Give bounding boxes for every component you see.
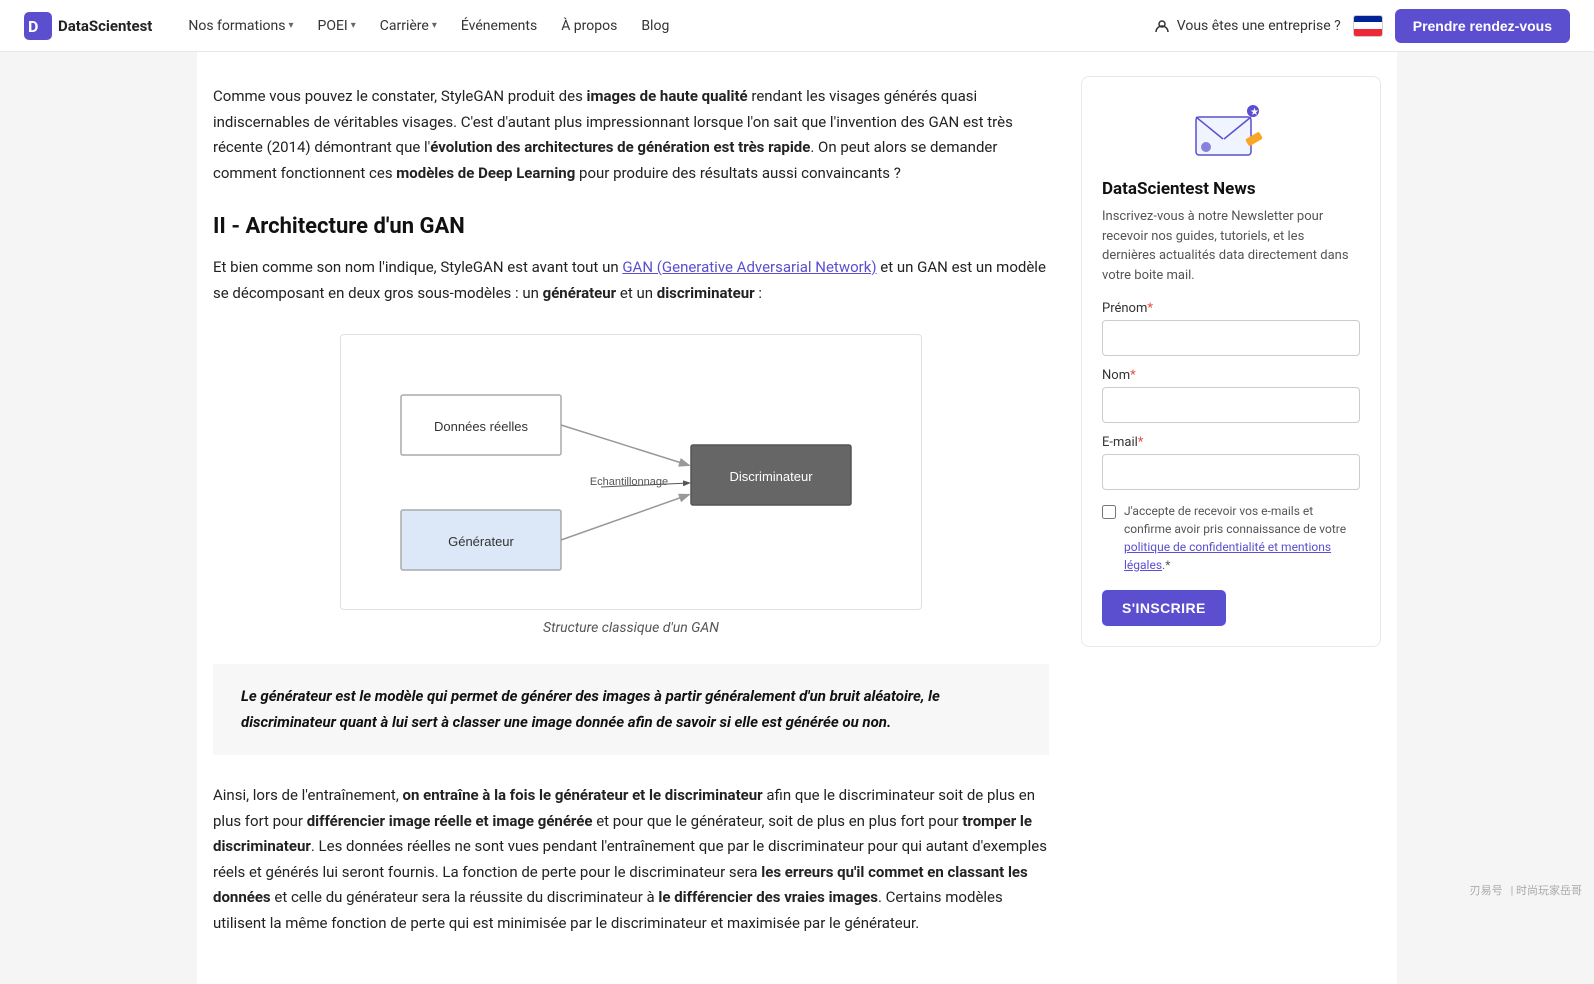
nav-item-formations[interactable]: Nos formations ▾ bbox=[178, 12, 303, 40]
nav-item-blog[interactable]: Blog bbox=[631, 12, 679, 40]
prenom-label: Prénom* bbox=[1102, 301, 1360, 316]
checkbox-label: J'accepte de recevoir vos e-mails et con… bbox=[1124, 502, 1360, 574]
newsletter-desc: Inscrivez-vous à notre Newsletter pour r… bbox=[1102, 207, 1360, 285]
nav-item-carriere[interactable]: Carrière ▾ bbox=[370, 12, 447, 40]
section-intro: Et bien comme son nom l'indique, StyleGA… bbox=[213, 255, 1049, 306]
enterprise-link[interactable]: Vous êtes une entreprise ? bbox=[1153, 17, 1341, 35]
chevron-down-icon: ▾ bbox=[432, 20, 437, 31]
nom-input[interactable] bbox=[1102, 387, 1360, 423]
submit-button[interactable]: S'INSCRIRE bbox=[1102, 590, 1226, 626]
gan-link[interactable]: GAN (Generative Adversarial Network) bbox=[622, 258, 876, 276]
page-wrapper: Comme vous pouvez le constater, StyleGAN… bbox=[197, 52, 1397, 984]
main-content: Comme vous pouvez le constater, StyleGAN… bbox=[213, 76, 1049, 960]
email-label: E-mail* bbox=[1102, 435, 1360, 450]
language-flag[interactable] bbox=[1353, 15, 1383, 37]
nom-field: Nom* bbox=[1102, 368, 1360, 423]
logo-text: DataScientest bbox=[58, 17, 152, 35]
newsletter-icon: ★ bbox=[1191, 97, 1271, 167]
email-input[interactable] bbox=[1102, 454, 1360, 490]
checkbox-row: J'accepte de recevoir vos e-mails et con… bbox=[1102, 502, 1360, 574]
logo-link[interactable]: D DataScientest bbox=[24, 12, 152, 40]
watermark: 刃易号 | 时尚玩家岳哥 bbox=[1470, 882, 1582, 898]
svg-text:D: D bbox=[28, 17, 38, 36]
prenom-field: Prénom* bbox=[1102, 301, 1360, 356]
nav-right: Vous êtes une entreprise ? Prendre rende… bbox=[1153, 9, 1570, 43]
privacy-link[interactable]: politique de confidentialité et mentions… bbox=[1124, 540, 1331, 572]
diagram-caption: Structure classique d'un GAN bbox=[543, 620, 719, 636]
section-title: II - Architecture d'un GAN bbox=[213, 214, 1049, 239]
nav-item-poei[interactable]: POEI ▾ bbox=[308, 12, 366, 40]
svg-text:Données réelles: Données réelles bbox=[434, 419, 528, 434]
newsletter-box: ★ DataScientest News Inscrivez-vous à no… bbox=[1081, 76, 1381, 647]
callout-quote: Le générateur est le modèle qui permet d… bbox=[213, 664, 1049, 755]
enterprise-icon bbox=[1153, 17, 1171, 35]
svg-text:★: ★ bbox=[1250, 107, 1259, 118]
nav-item-apropos[interactable]: À propos bbox=[551, 12, 627, 40]
nav-links: Nos formations ▾ POEI ▾ Carrière ▾ Événe… bbox=[178, 12, 1144, 40]
diagram-container: Données réelles Générateur Discriminateu… bbox=[213, 334, 1049, 636]
consent-checkbox[interactable] bbox=[1102, 505, 1116, 519]
prenom-input[interactable] bbox=[1102, 320, 1360, 356]
sidebar: ★ DataScientest News Inscrivez-vous à no… bbox=[1081, 76, 1381, 960]
chevron-down-icon: ▾ bbox=[351, 20, 356, 31]
newsletter-title: DataScientest News bbox=[1102, 179, 1360, 199]
intro-paragraph: Comme vous pouvez le constater, StyleGAN… bbox=[213, 84, 1049, 186]
email-field: E-mail* bbox=[1102, 435, 1360, 490]
logo-icon: D bbox=[24, 12, 52, 40]
nav-item-evenements[interactable]: Événements bbox=[451, 12, 547, 40]
svg-text:Discriminateur: Discriminateur bbox=[729, 469, 813, 484]
gan-diagram: Données réelles Générateur Discriminateu… bbox=[381, 355, 881, 585]
cta-button[interactable]: Prendre rendez-vous bbox=[1395, 9, 1570, 43]
nom-label: Nom* bbox=[1102, 368, 1360, 383]
diagram-svg: Données réelles Générateur Discriminateu… bbox=[340, 334, 922, 610]
chevron-down-icon: ▾ bbox=[288, 20, 293, 31]
newsletter-icon-area: ★ bbox=[1102, 97, 1360, 167]
svg-text:Générateur: Générateur bbox=[448, 534, 514, 549]
navigation: D DataScientest Nos formations ▾ POEI ▾ … bbox=[0, 0, 1594, 52]
bottom-paragraph: Ainsi, lors de l'entraînement, on entraî… bbox=[213, 783, 1049, 936]
